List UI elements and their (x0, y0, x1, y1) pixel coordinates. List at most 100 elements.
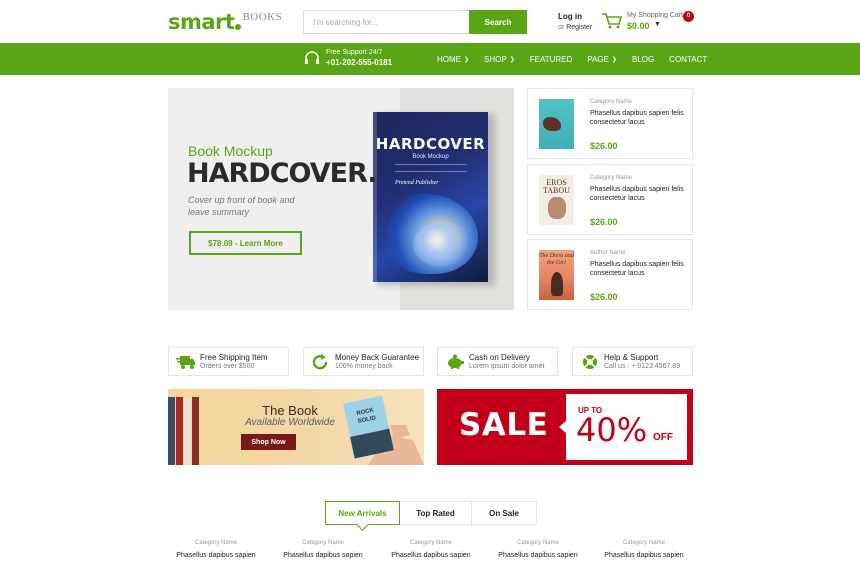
product-card[interactable]: Category Name Phasellus dapibus sapien (273, 540, 373, 559)
shopping-cart[interactable]: My Shopping Cart $0.00 ▼ 0 (602, 10, 694, 34)
product-category: Category Name (590, 99, 633, 105)
feature-help-support: Help & Support Call us : + 0123.4567.89 (572, 347, 693, 376)
lifebuoy-icon (583, 355, 597, 369)
nav-item-contact[interactable]: CONTACT (669, 55, 707, 64)
support-phone[interactable]: +01-202-555-0181 (326, 58, 392, 67)
product-thumbnail[interactable] (539, 99, 574, 149)
off-label: OFF (653, 432, 673, 443)
side-product-card[interactable]: EROS TABOU Category Name Phasellus dapib… (527, 164, 693, 235)
product-card[interactable]: Category Name Phasellus dapibus sapien (594, 540, 694, 559)
sale-heading: SALE (459, 407, 549, 443)
cart-title: My Shopping Cart (627, 12, 684, 19)
nav-item-page[interactable]: PAGE ❯ (587, 55, 617, 64)
logo-dot (235, 24, 242, 30)
learn-more-button[interactable]: $78.09 - Learn More (189, 231, 302, 255)
tab-new-arrivals[interactable]: New Arrivals (325, 501, 400, 525)
tab-on-sale[interactable]: On Sale (472, 502, 536, 524)
chevron-down-icon: ❯ (611, 56, 617, 63)
piggy-bank-icon (448, 354, 464, 369)
search-bar: Search (303, 10, 527, 34)
feature-money-back: Money Back Guarantee 100% money back (303, 347, 424, 376)
feature-subtitle: Lorem ipsum dolor amet (469, 363, 545, 370)
truck-icon (176, 356, 195, 369)
promo-banner-sale[interactable]: SALE UP TO 40% OFF (437, 389, 693, 465)
tab-top-rated[interactable]: Top Rated (400, 502, 472, 524)
site-logo[interactable]: smart BOOKS (168, 8, 282, 34)
shop-now-button[interactable]: Shop Now (241, 434, 296, 450)
product-name[interactable]: Phasellus dapibus sapien felis consectet… (590, 260, 686, 278)
nav-item-featured[interactable]: FEATURED (530, 55, 573, 64)
cover-figure (543, 117, 561, 131)
cart-icon (602, 13, 622, 29)
product-card[interactable]: Category Name Phasellus dapibus sapien (381, 540, 481, 559)
banner-title: The Book (262, 403, 318, 418)
book-spine (184, 397, 191, 465)
product-card[interactable]: Category Name Phasellus dapibus sapien (166, 540, 266, 559)
hero-title: HARDCOVER. (187, 158, 378, 189)
chevron-down-icon: ❯ (464, 56, 470, 63)
login-link[interactable]: Log in (558, 12, 592, 22)
book-spine (192, 397, 199, 465)
product-thumbnail[interactable]: The Dress and the Girl (539, 250, 574, 300)
refresh-icon (312, 354, 328, 370)
product-price: $26.00 (590, 217, 618, 227)
or-text: or (558, 24, 565, 31)
feature-title: Money Back Guarantee (335, 353, 420, 362)
product-category: Category Name (301, 540, 345, 546)
account-links: Log in or Register (558, 12, 592, 33)
nav-label: HOME (437, 54, 461, 64)
register-link[interactable]: Register (566, 24, 592, 31)
search-button[interactable]: Search (469, 10, 527, 34)
nav-item-home[interactable]: HOME ❯ (437, 55, 469, 64)
product-name[interactable]: Phasellus dapibus sapien (488, 552, 588, 559)
product-price: $26.00 (590, 292, 618, 302)
cover-title: EROS TABOU (543, 178, 570, 195)
book-cover-subtitle: Book Mockup (412, 154, 449, 160)
product-category: Category Name (590, 175, 633, 181)
support-label: Free Support 24/7 (326, 49, 383, 56)
hand-holding-book-image: ROCK SOLID (343, 395, 424, 465)
book-cover-signature: Pretend Publisher (395, 180, 439, 186)
product-name[interactable]: Phasellus dapibus sapien (594, 552, 694, 559)
feature-title: Cash on Delivery (469, 353, 530, 362)
register-line: or Register (558, 23, 592, 33)
product-name[interactable]: Phasellus dapibus sapien (166, 552, 266, 559)
search-input[interactable] (303, 10, 469, 34)
nav-item-blog[interactable]: BLOG (632, 55, 654, 64)
headset-icon (305, 51, 319, 64)
product-name[interactable]: Phasellus dapibus sapien (381, 552, 481, 559)
product-card[interactable]: Category Name Phasellus dapibus sapien (488, 540, 588, 559)
nav-label: PAGE (587, 54, 609, 64)
book-cover-art-highlight (413, 222, 473, 267)
hero-description: Cover up front of book and leave summary (188, 195, 295, 217)
book-cover-lines (395, 164, 467, 172)
logo-subtext: BOOKS (242, 11, 283, 23)
feature-subtitle: 100% money back (335, 363, 393, 370)
product-category: Category Name (409, 540, 453, 546)
product-name[interactable]: Phasellus dapibus sapien (273, 552, 373, 559)
nav-item-shop[interactable]: SHOP ❯ (484, 55, 515, 64)
product-thumbnail[interactable]: EROS TABOU (539, 175, 574, 225)
cart-total: $0.00 (627, 21, 650, 31)
nav-label: CONTACT (669, 54, 708, 64)
nav-label: SHOP (484, 54, 507, 64)
discount-box: UP TO 40% OFF (566, 394, 687, 460)
product-price: $26.00 (590, 141, 618, 151)
product-category: Category Name (622, 540, 666, 546)
chevron-down-icon[interactable]: ▼ (654, 21, 661, 28)
cover-figure (551, 272, 563, 296)
discount-percent: 40% (576, 411, 648, 449)
feature-title: Help & Support (604, 353, 659, 362)
promo-banner-book[interactable]: The Book Available Worldwide Shop Now RO… (168, 389, 424, 465)
product-author: Author Name (590, 250, 626, 256)
cart-count-badge: 0 (683, 11, 694, 22)
book-spines-art (168, 397, 200, 465)
hero-book-image[interactable]: HARDCOVER Book Mockup Pretend Publisher (373, 112, 488, 282)
product-name[interactable]: Phasellus dapibus sapien felis consectet… (590, 185, 686, 203)
side-product-card[interactable]: The Dress and the Girl Author Name Phase… (527, 239, 693, 310)
side-product-card[interactable]: Category Name Phasellus dapibus sapien f… (527, 88, 693, 159)
feature-subtitle: Orders over $500 (200, 363, 255, 370)
chevron-down-icon: ❯ (509, 56, 515, 63)
book-spine (176, 397, 183, 465)
product-name[interactable]: Phasellus dapibus sapien felis consectet… (590, 109, 686, 127)
